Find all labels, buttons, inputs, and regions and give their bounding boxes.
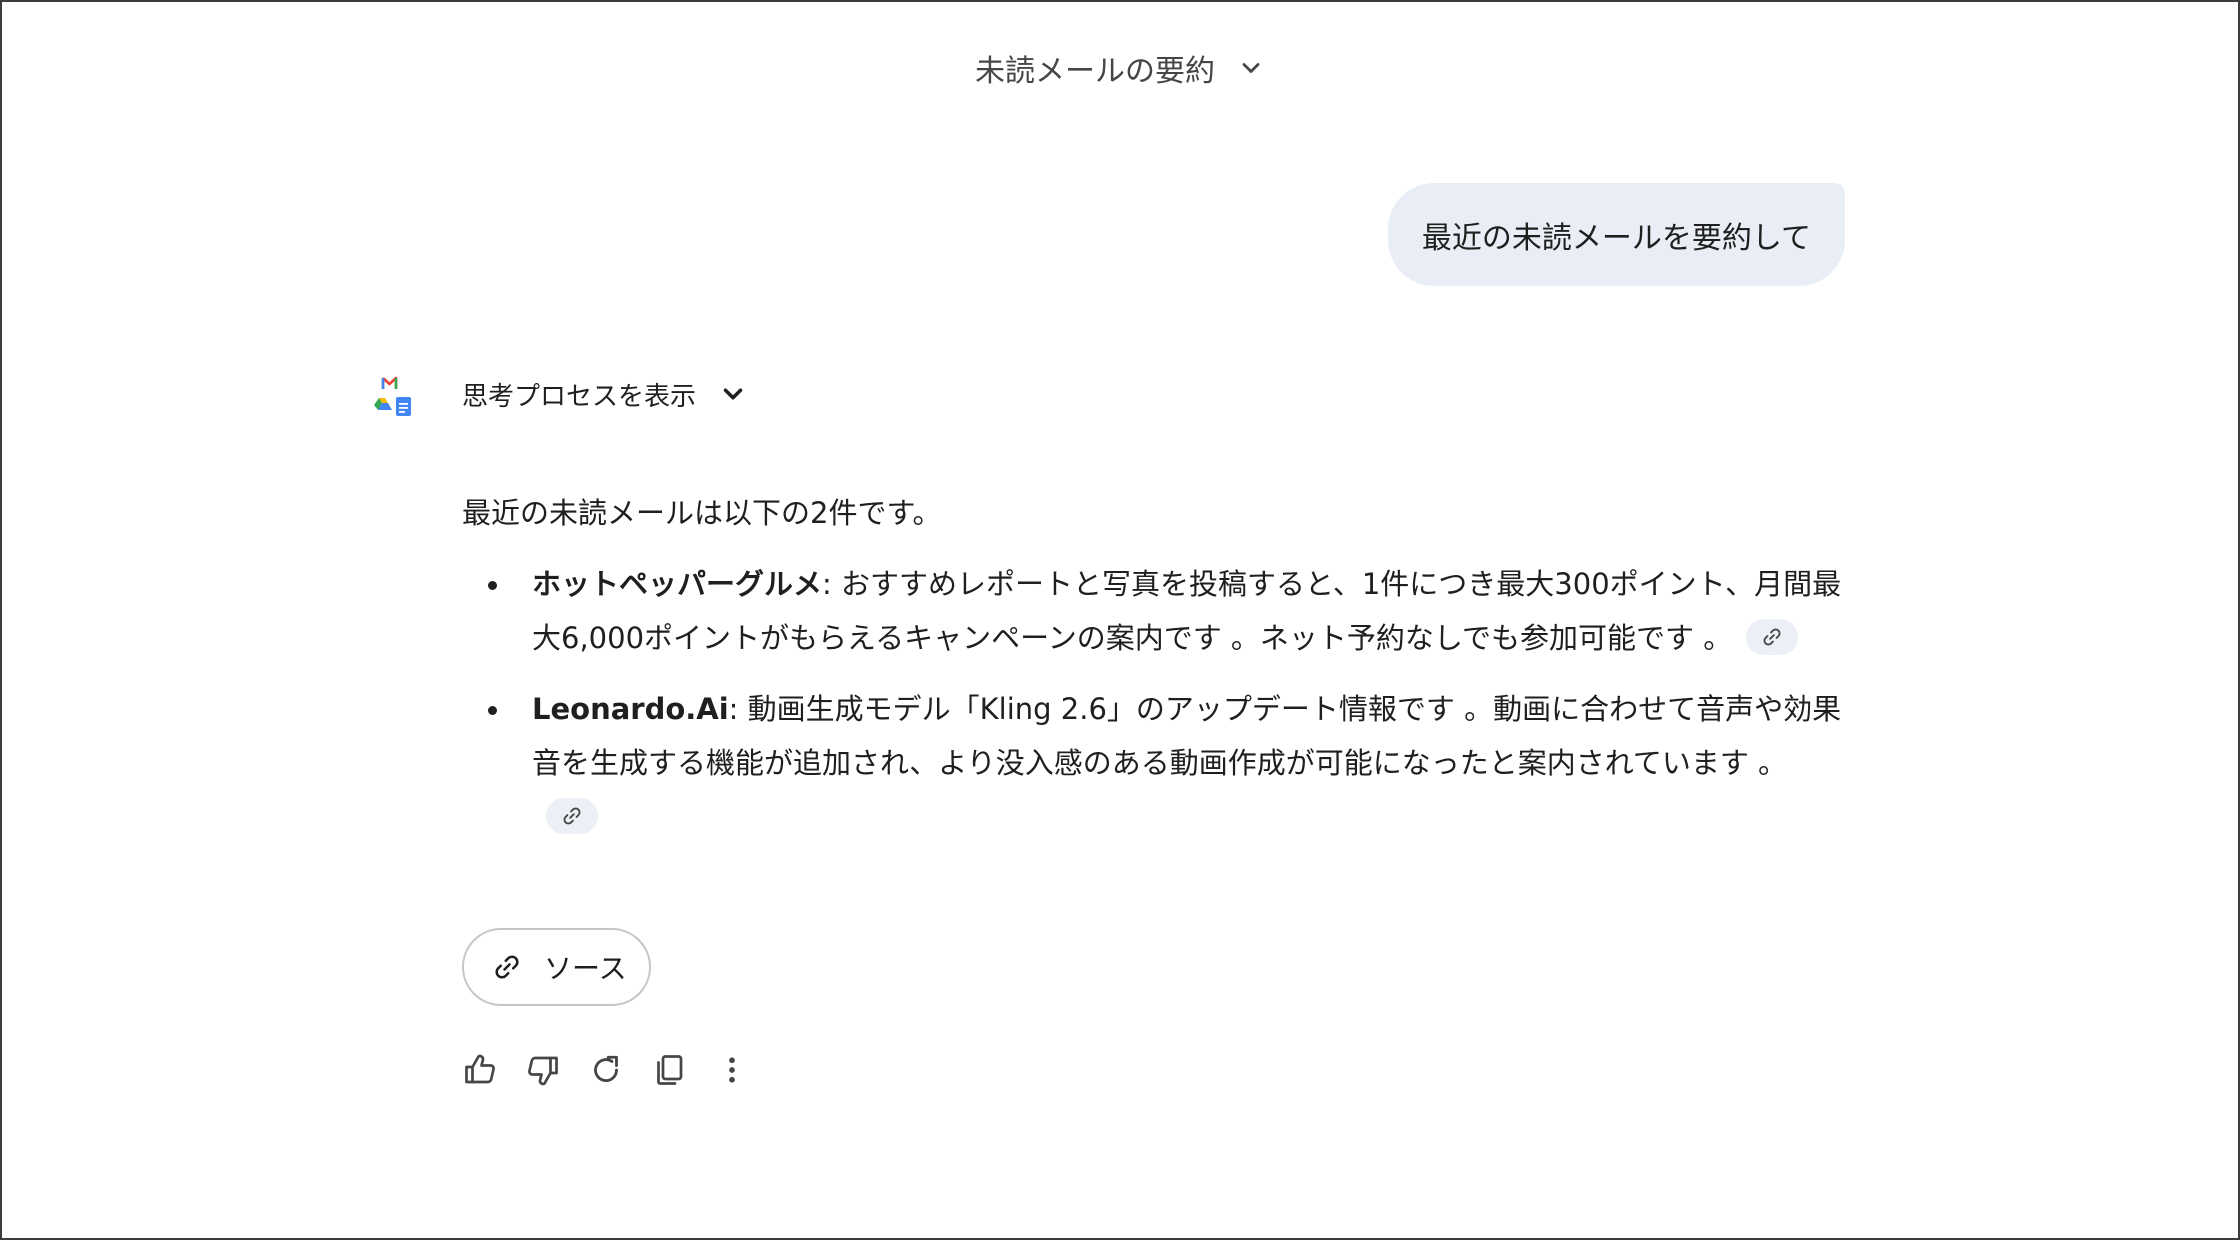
copy-button[interactable] xyxy=(649,1050,689,1090)
citation-chip[interactable] xyxy=(1746,619,1799,655)
email-sender: ホットペッパーグルメ xyxy=(532,567,823,601)
list-item: Leonardo.Ai: 動画生成モデル「Kling 2.6」のアップデート情報… xyxy=(462,682,1852,844)
thumbs-up-icon xyxy=(465,1054,495,1084)
list-item: ホットペッパーグルメ: おすすめレポートと写真を投稿すると、1件につき最大300… xyxy=(462,557,1852,665)
email-summary: : 動画生成モデル「Kling 2.6」のアップデート情報です 。動画に合わせて… xyxy=(532,692,1842,780)
conversation-title-menu[interactable]: 未読メールの要約 xyxy=(2,46,2238,90)
response-actions xyxy=(460,1050,775,1090)
email-summary-list: ホットペッパーグルメ: おすすめレポートと写真を投稿すると、1件につき最大300… xyxy=(462,557,1852,844)
app-frame: 未読メールの要約 最近の未読メールを要約して 思考プロセスを表示 最近の未読メー… xyxy=(0,0,2240,1240)
show-thinking-label: 思考プロセスを表示 xyxy=(462,381,697,412)
user-message-bubble: 最近の未読メールを要約して xyxy=(1387,183,1845,286)
link-icon xyxy=(495,955,519,979)
sources-button[interactable]: ソース xyxy=(462,928,651,1006)
chevron-down-icon xyxy=(1242,63,1260,73)
conversation-title: 未読メールの要約 xyxy=(975,54,1215,89)
link-icon xyxy=(1763,628,1781,646)
email-sender: Leonardo.Ai xyxy=(532,692,729,726)
redo-button[interactable] xyxy=(586,1050,626,1090)
good-response-button[interactable] xyxy=(460,1050,500,1090)
sources-button-label: ソース xyxy=(544,952,627,985)
link-icon xyxy=(563,807,581,825)
gmail-drive-docs-icon xyxy=(374,376,411,416)
more-options-button[interactable] xyxy=(712,1050,752,1090)
more-vert-icon xyxy=(729,1057,735,1083)
redo-icon xyxy=(594,1055,618,1082)
citation-chip[interactable] xyxy=(546,798,598,834)
response-intro: 最近の未読メールは以下の2件です。 xyxy=(462,496,942,530)
user-message-text: 最近の未読メールを要約して xyxy=(1421,220,1811,256)
response-body: 最近の未読メールは以下の2件です。 ホットペッパーグルメ: おすすめレポートと写… xyxy=(462,486,1852,861)
thumbs-down-icon xyxy=(528,1056,558,1086)
show-thinking-toggle[interactable]: 思考プロセスを表示 xyxy=(462,372,748,416)
bad-response-button[interactable] xyxy=(523,1050,563,1090)
copy-icon xyxy=(657,1055,683,1085)
chevron-down-icon xyxy=(723,388,743,400)
